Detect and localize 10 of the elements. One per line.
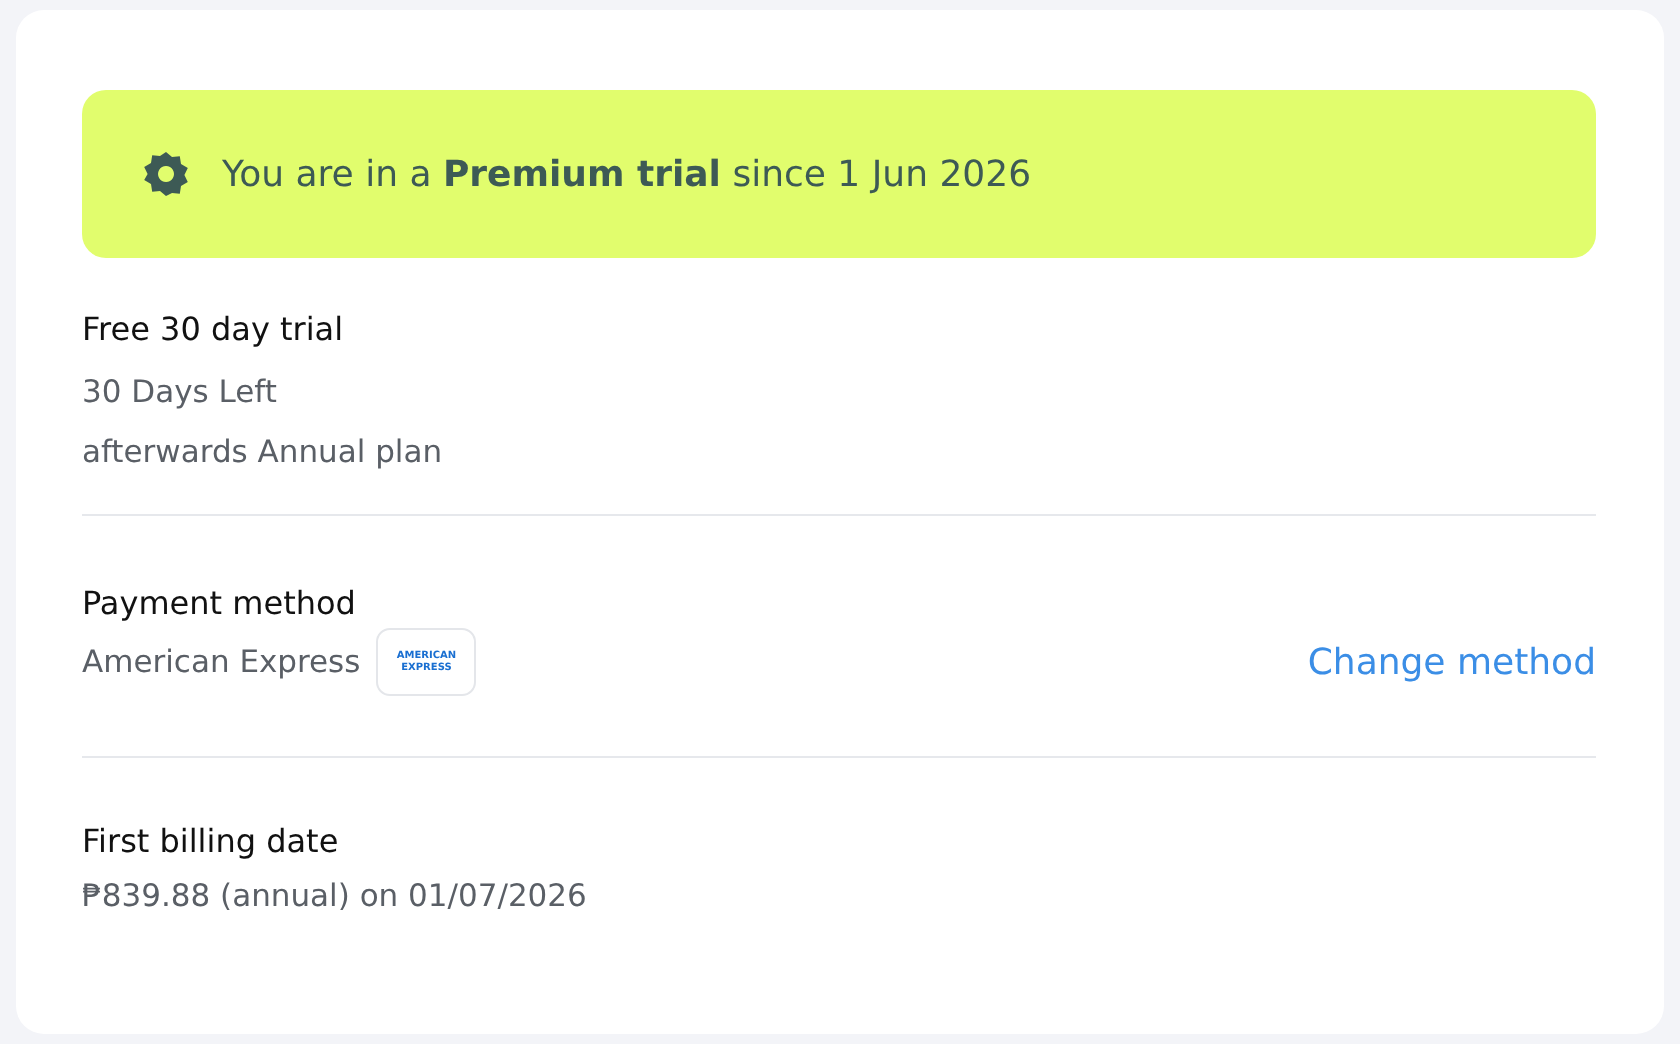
trial-detail: 30 Days Left <box>82 372 279 414</box>
banner-text: You are in a Premium trial since 1 Jun 2026 <box>222 151 1032 199</box>
badge-icon <box>142 150 190 198</box>
section-title: First billing date <box>82 820 341 864</box>
card-name: American Express <box>82 642 361 684</box>
trial-detail: afterwards Annual plan <box>82 432 445 474</box>
billing-detail: ₱839.88 (annual) on 01/07/2026 <box>82 876 589 918</box>
section-title: Payment method <box>82 582 358 626</box>
section-title: Free 30 day trial <box>82 308 346 352</box>
change-method-link[interactable]: Change method <box>1307 635 1596 689</box>
